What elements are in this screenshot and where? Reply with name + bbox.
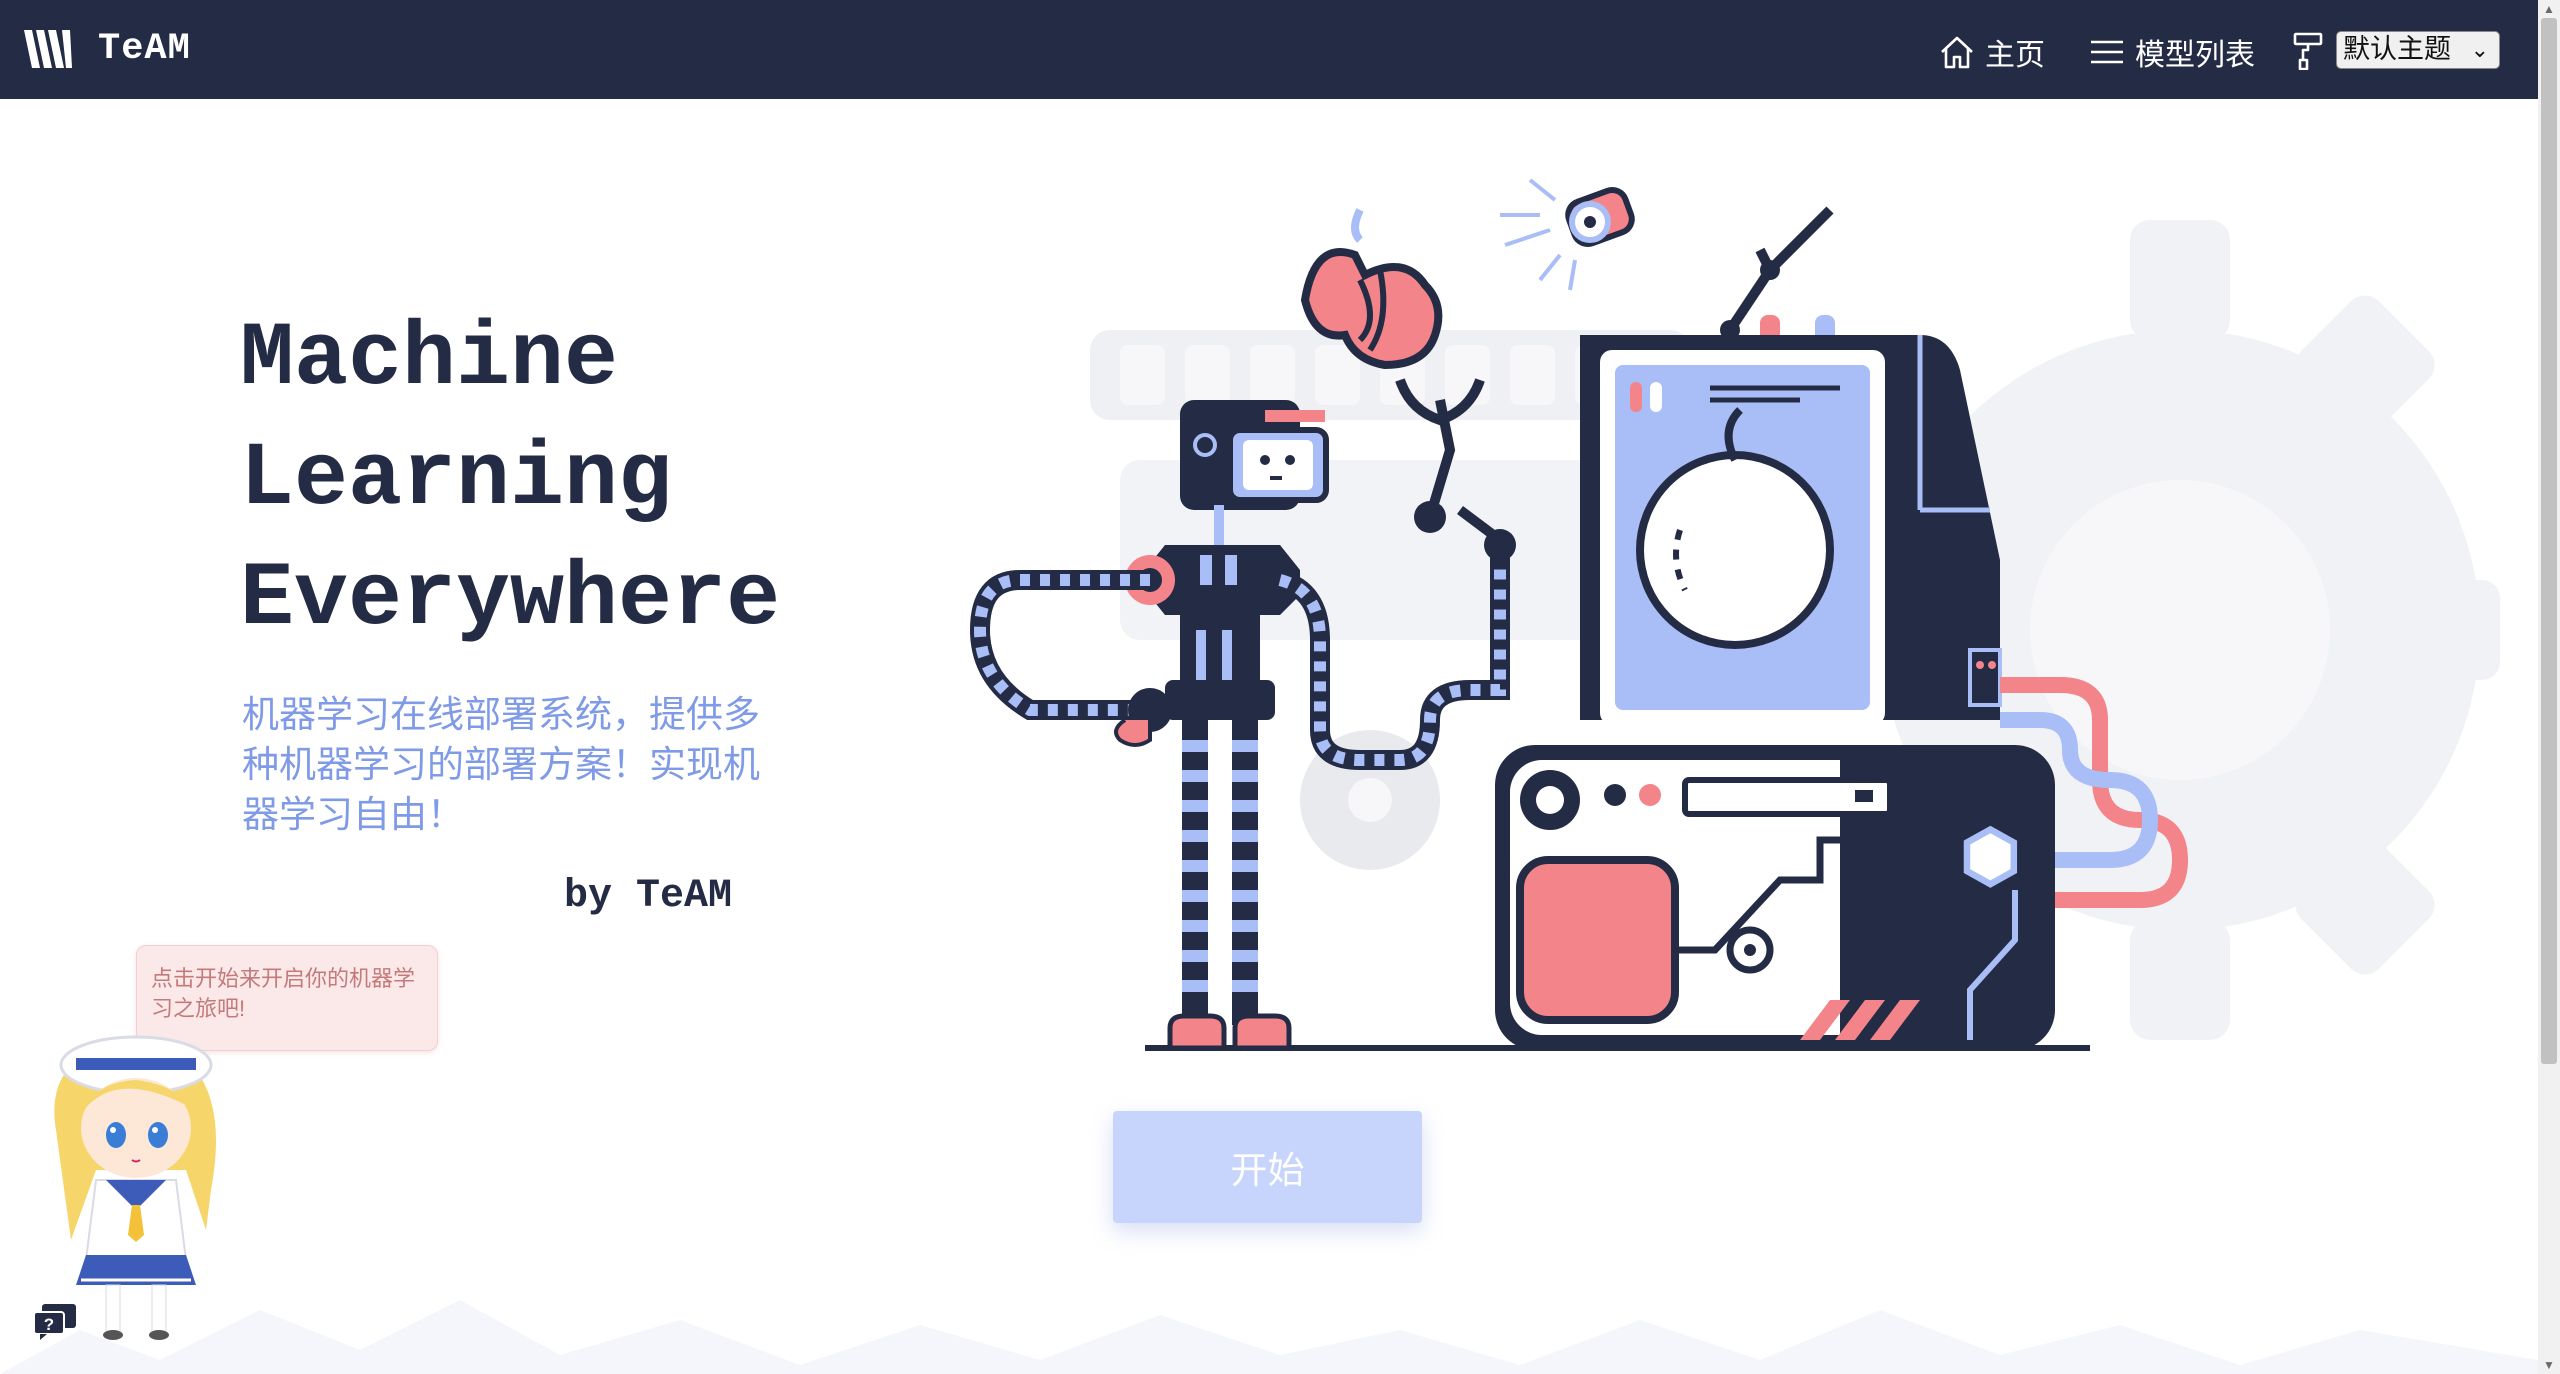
scroll-up-icon[interactable]: ▲ <box>2543 2 2555 16</box>
paint-roller-icon <box>2293 32 2323 70</box>
mascot-character[interactable] <box>36 1010 236 1340</box>
theme-select-value: 默认主题 <box>2343 34 2451 65</box>
help-chat-icon[interactable]: ? <box>32 1302 78 1342</box>
brand[interactable]: TeAM <box>22 22 191 76</box>
nav-models-link[interactable]: 模型列表 <box>2087 30 2255 74</box>
hero-title-line: Learning <box>240 429 673 531</box>
vertical-scrollbar[interactable]: ▲ ▼ <box>2538 0 2560 1374</box>
hero-title: Machine Learning Everywhere <box>240 300 940 660</box>
scroll-down-icon[interactable]: ▼ <box>2543 1358 2555 1372</box>
nav-home-label: 主页 <box>1985 39 2045 72</box>
hero-illustration <box>969 178 2500 1051</box>
console-base <box>1495 745 2055 1050</box>
start-button[interactable]: 开始 <box>1113 1111 1422 1223</box>
computer <box>1580 315 2002 725</box>
team-logo-icon <box>24 30 72 68</box>
hero-title-line: Everywhere <box>240 549 781 651</box>
home-icon <box>1941 36 1973 69</box>
hero-subtitle: 机器学习在线部署系统，提供多种机器学习的部署方案！实现机器学习自由！ <box>242 694 760 835</box>
theme-select[interactable]: 默认主题 ⌄ <box>2336 31 2500 69</box>
svg-text:?: ? <box>44 1315 54 1334</box>
menu-icon <box>2091 40 2123 64</box>
scrollbar-thumb[interactable] <box>2541 18 2557 1064</box>
brand-name: TeAM <box>98 28 191 70</box>
bottom-decoration <box>0 1300 2538 1374</box>
nav-home-link[interactable]: 主页 <box>1937 30 2045 74</box>
camera-arm <box>1500 178 1834 340</box>
hero-title-line: Machine <box>240 309 619 411</box>
theme-switcher: 默认主题 ⌄ <box>2292 30 2500 70</box>
top-navbar: TeAM 主页 模型列表 默认主题 ⌄ <box>0 0 2538 99</box>
hero-byline: by TeAM <box>564 874 733 919</box>
nav-models-label: 模型列表 <box>2135 39 2255 72</box>
chevron-down-icon: ⌄ <box>2470 38 2489 63</box>
